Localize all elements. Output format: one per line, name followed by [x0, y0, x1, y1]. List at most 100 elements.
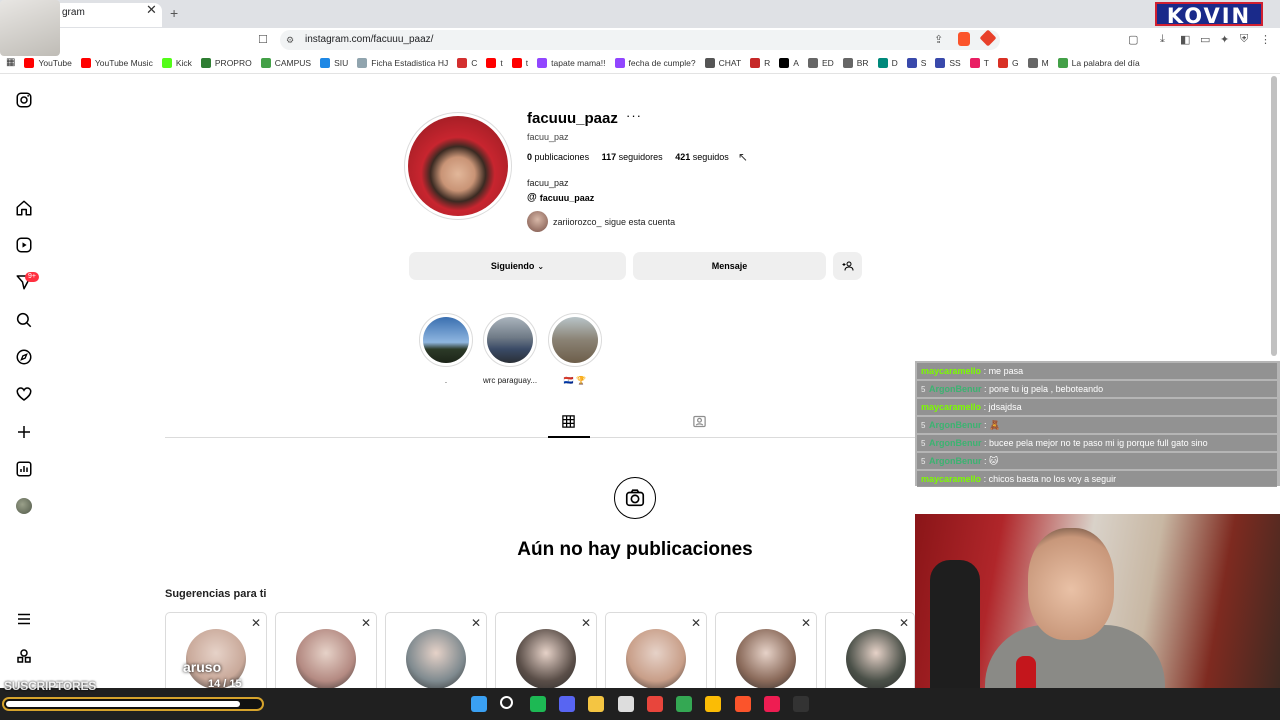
suggestion-avatar[interactable]: [516, 629, 576, 689]
story-highlight[interactable]: [483, 313, 537, 367]
bookmark-icon[interactable]: ☐: [258, 33, 268, 46]
bookmark-item[interactable]: D: [877, 57, 898, 68]
share-icon[interactable]: ⇪: [934, 33, 943, 46]
dismiss-suggestion-icon[interactable]: ✕: [581, 616, 591, 630]
suggestion-card[interactable]: ✕: [385, 612, 487, 698]
profile-avatar-nav[interactable]: [16, 498, 32, 514]
dismiss-suggestion-icon[interactable]: ✕: [251, 616, 261, 630]
page-scrollbar[interactable]: [1271, 76, 1277, 356]
bookmark-item[interactable]: S: [906, 57, 926, 68]
following-stat[interactable]: 421 seguidos: [675, 152, 729, 162]
bookmark-item[interactable]: A: [779, 57, 799, 68]
bookmark-item[interactable]: tapate mama!!: [537, 57, 606, 68]
bookmark-item[interactable]: R: [750, 57, 770, 68]
dismiss-suggestion-icon[interactable]: ✕: [691, 616, 701, 630]
more-menu-icon[interactable]: [14, 609, 34, 629]
chat-username: ArgonBenur: [929, 456, 982, 466]
instagram-logo-icon[interactable]: [14, 90, 34, 110]
suggestion-avatar[interactable]: [736, 629, 796, 689]
bookmark-item[interactable]: La palabra del día: [1057, 57, 1140, 68]
bookmark-item[interactable]: Ficha Estadistica HJ: [357, 57, 448, 68]
close-tab-icon[interactable]: ✕: [146, 2, 157, 18]
taskbar-spotify-icon[interactable]: [529, 696, 546, 712]
dismiss-suggestion-icon[interactable]: ✕: [801, 616, 811, 630]
explore-icon[interactable]: [14, 347, 34, 367]
dismiss-suggestion-icon[interactable]: ✕: [361, 616, 371, 630]
chat-message: 5 ArgonBenur : bucee pela mejor no te pas…: [917, 435, 1277, 451]
bookmark-item[interactable]: fecha de cumple?: [614, 57, 696, 68]
bookmark-label: CHAT: [718, 57, 742, 68]
bookmark-item[interactable]: SIU: [320, 57, 348, 68]
download-icon[interactable]: ⤓: [1160, 33, 1165, 46]
site-info-icon[interactable]: ⚙: [286, 35, 294, 46]
bookmark-item[interactable]: CAMPUS: [260, 57, 311, 68]
bookmark-item[interactable]: C: [457, 57, 477, 68]
threads-link[interactable]: @ facuuu_paaz: [527, 192, 594, 203]
dismiss-suggestion-icon[interactable]: ✕: [471, 616, 481, 630]
story-highlight[interactable]: [419, 313, 473, 367]
taskbar-start-icon[interactable]: [471, 696, 487, 712]
bookmark-item[interactable]: BR: [842, 57, 869, 68]
bookmark-item[interactable]: PROPRO: [200, 57, 252, 68]
bookmark-item[interactable]: SS: [935, 57, 961, 68]
bookmark-item[interactable]: G: [997, 57, 1019, 68]
taskbar-obs-icon[interactable]: [617, 696, 634, 712]
create-icon[interactable]: [14, 422, 34, 442]
options-icon[interactable]: ···: [626, 108, 642, 123]
chat-username: maycaramello: [921, 474, 982, 484]
taskbar-discord-icon[interactable]: [558, 696, 575, 712]
bookmark-item[interactable]: t: [486, 57, 503, 68]
tab-search-icon[interactable]: ▢: [1128, 33, 1138, 46]
suggestion-avatar[interactable]: [296, 629, 356, 689]
taskbar-chrome-icon[interactable]: [646, 696, 663, 712]
taskbar-tiktok-icon[interactable]: [764, 696, 780, 712]
dashboard-icon[interactable]: [14, 459, 34, 479]
suggestion-avatar[interactable]: [406, 629, 466, 689]
suggestion-card[interactable]: ✕: [495, 612, 597, 698]
address-bar[interactable]: instagram.com/facuuu_paaz/: [280, 30, 1000, 50]
suggestion-card[interactable]: ✕: [825, 612, 915, 698]
followers-stat[interactable]: 117 seguidores: [602, 152, 663, 162]
suggestion-card[interactable]: ✕: [715, 612, 817, 698]
message-button[interactable]: Mensaje: [633, 252, 826, 280]
taskbar-chrome-profile-icon[interactable]: [676, 696, 693, 712]
bookmark-item[interactable]: t: [511, 57, 528, 68]
bookmark-item[interactable]: YouTube: [24, 57, 72, 68]
leo-ai-icon[interactable]: ✦: [1220, 33, 1229, 46]
wallet-icon[interactable]: ▭: [1200, 33, 1210, 46]
suggestion-card[interactable]: ✕: [605, 612, 707, 698]
suggestion-avatar[interactable]: [626, 629, 686, 689]
bookmark-item[interactable]: Kick: [161, 57, 192, 68]
suggestion-card[interactable]: ✕: [275, 612, 377, 698]
new-tab-icon[interactable]: +: [170, 5, 178, 21]
suggestion-avatar[interactable]: [846, 629, 906, 689]
suggest-users-icon[interactable]: [833, 252, 862, 280]
bookmark-item[interactable]: CHAT: [704, 57, 742, 68]
home-icon[interactable]: [14, 198, 34, 218]
taskbar-epic-games-icon[interactable]: [793, 696, 810, 712]
vpn-icon[interactable]: ⛨: [1240, 33, 1248, 46]
following-button[interactable]: Siguiendo ⌄: [409, 252, 626, 280]
brave-shield-icon[interactable]: [958, 32, 970, 46]
taskbar-file-explorer-icon[interactable]: [588, 696, 605, 712]
taskbar-brave-icon[interactable]: [734, 696, 751, 712]
menu-icon[interactable]: ⋮: [1260, 33, 1271, 46]
notifications-heart-icon[interactable]: [14, 384, 34, 404]
reels-icon[interactable]: [14, 235, 34, 255]
tab-tagged-icon[interactable]: [692, 414, 707, 434]
bookmark-item[interactable]: T: [969, 57, 989, 68]
sidebar-toggle-icon[interactable]: ◧: [1180, 33, 1190, 46]
search-icon[interactable]: [14, 310, 34, 330]
story-highlight[interactable]: [548, 313, 602, 367]
threads-app-icon[interactable]: [14, 646, 34, 666]
stream-logo: KOVIN: [1155, 2, 1263, 28]
bookmark-item[interactable]: YouTube Music: [80, 57, 153, 68]
followed-by[interactable]: zariiorozco_ sigue esta cuenta: [527, 211, 675, 232]
taskbar-chrome-alt-icon[interactable]: [705, 696, 722, 712]
bookmark-item[interactable]: ED: [807, 57, 834, 68]
profile-picture[interactable]: [408, 116, 508, 216]
apps-icon[interactable]: ▦: [6, 57, 15, 68]
bookmark-item[interactable]: M: [1027, 57, 1049, 68]
tab-posts-grid-icon[interactable]: [561, 414, 576, 434]
dismiss-suggestion-icon[interactable]: ✕: [899, 616, 909, 630]
